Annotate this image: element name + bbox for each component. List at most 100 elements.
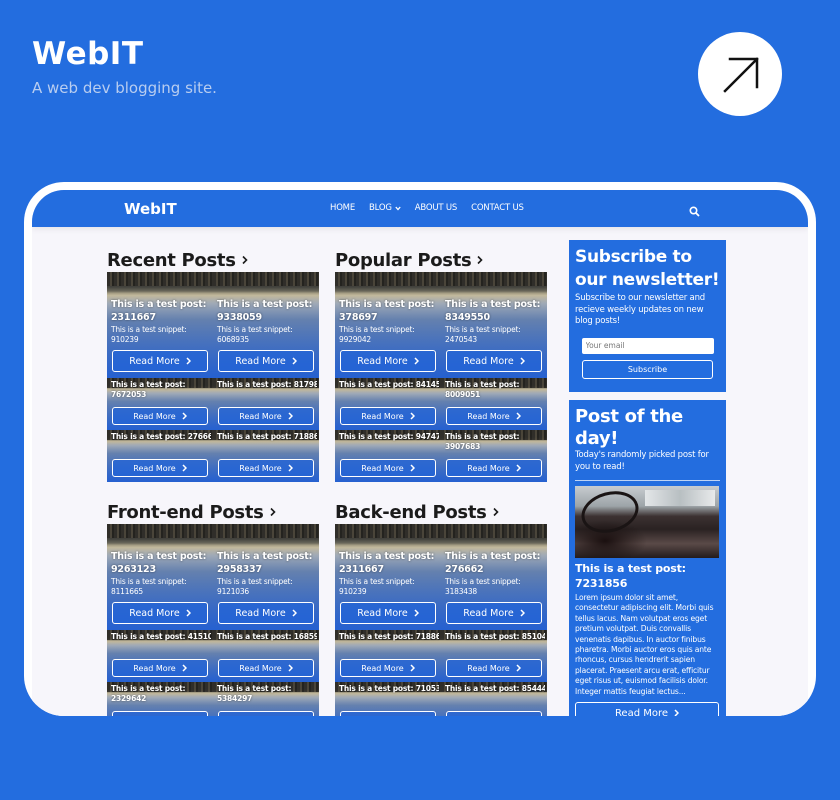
section-popular-posts: Popular Posts This is a test post: 37869… — [335, 248, 547, 482]
post-title[interactable]: This is a test post: 276662 — [445, 550, 545, 576]
read-more-button[interactable]: Read More — [112, 350, 208, 372]
post-of-day-post-title[interactable]: This is a test post: 7231856 — [575, 561, 720, 591]
section-title[interactable]: Popular Posts — [335, 248, 547, 272]
read-more-button[interactable]: Read More — [446, 659, 542, 677]
read-more-button[interactable]: Read More — [112, 459, 208, 477]
read-more-button[interactable]: Read More — [340, 711, 436, 716]
chevron-right-icon — [410, 412, 415, 420]
button-label: Read More — [133, 463, 176, 473]
post-title[interactable]: This is a test post: 9338059 — [217, 298, 317, 324]
post-title[interactable]: This is a test post: 854448 — [445, 684, 545, 694]
chevron-right-icon — [492, 507, 499, 517]
read-more-button[interactable]: Read More — [218, 659, 314, 677]
section-title[interactable]: Recent Posts — [107, 248, 319, 272]
read-more-button[interactable]: Read More — [446, 711, 542, 716]
read-more-button[interactable]: Read More — [218, 350, 314, 372]
section-title[interactable]: Front-end Posts — [107, 500, 319, 524]
read-more-button[interactable]: Read More — [112, 407, 208, 425]
post-card-small: This is a test post: 276662 Read More — [107, 430, 213, 482]
read-more-button[interactable]: Read More — [446, 407, 542, 425]
read-more-button[interactable]: Read More — [446, 602, 542, 624]
section-title-text: Popular Posts — [335, 249, 472, 271]
post-title[interactable]: This is a test post: 2311667 — [339, 550, 439, 576]
nav-links: HOME BLOG ABOUT US CONTACT US — [330, 203, 524, 213]
read-more-button[interactable]: Read More — [446, 350, 542, 372]
nav-search-button[interactable] — [689, 202, 700, 221]
section-backend-posts: Back-end Posts This is a test post: 2311… — [335, 500, 547, 716]
post-card-small: This is a test post: 4151010 Read More — [107, 630, 213, 682]
post-title[interactable]: This is a test post: 2311667 — [111, 298, 211, 324]
post-card-small: This is a test post: 1685976 Read More — [213, 630, 319, 682]
read-more-button[interactable]: Read More — [340, 459, 436, 477]
nav-link-about[interactable]: ABOUT US — [414, 203, 458, 213]
chevron-right-icon — [292, 357, 297, 365]
post-title[interactable]: This is a test post: 8009051 — [445, 380, 545, 400]
post-title[interactable]: This is a test post: 8349550 — [445, 298, 545, 324]
image-steering-wheel-detail — [576, 486, 644, 539]
button-label: Read More — [467, 716, 509, 717]
read-more-button[interactable]: Read More — [340, 659, 436, 677]
read-more-button[interactable]: Read More — [112, 711, 208, 716]
chevron-right-icon — [288, 464, 293, 472]
post-card-small: This is a test post: 8179896 Read More — [213, 378, 319, 430]
button-label: Read More — [463, 607, 514, 619]
post-title[interactable]: This is a test post: 2329642 — [111, 684, 211, 704]
post-title[interactable]: This is a test post: 947472 — [339, 432, 439, 442]
chevron-right-icon — [288, 664, 293, 672]
read-more-button[interactable]: Read More — [218, 602, 314, 624]
button-label: Read More — [239, 663, 282, 673]
read-more-button[interactable]: Read More — [340, 602, 436, 624]
section-title[interactable]: Back-end Posts — [335, 500, 547, 524]
post-title[interactable]: This is a test post: 71886 — [217, 432, 317, 442]
chevron-right-icon — [186, 357, 191, 365]
post-title[interactable]: This is a test post: 5384297 — [217, 684, 317, 704]
read-more-button[interactable]: Read More — [446, 459, 542, 477]
nav-link-home[interactable]: HOME — [330, 203, 355, 213]
post-title[interactable]: This is a test post: 7672053 — [111, 380, 211, 400]
post-title[interactable]: This is a test post: 378697 — [339, 298, 439, 324]
post-title[interactable]: This is a test post: 84145 — [339, 380, 439, 390]
read-more-button[interactable]: Read More — [340, 407, 436, 425]
post-grid: This is a test post: 2311667 This is a t… — [335, 524, 547, 716]
nav-link-blog[interactable]: BLOG — [369, 203, 401, 213]
post-snippet: This is a test snippet: 8111665 — [111, 577, 187, 596]
post-title[interactable]: This is a test post: 4151010 — [111, 632, 211, 642]
post-title[interactable]: This is a test post: 71886 — [339, 632, 439, 642]
read-more-button[interactable]: Read More — [112, 602, 208, 624]
site-navbar: WebIT HOME BLOG ABOUT US CONTACT US — [32, 190, 808, 227]
button-label: Read More — [463, 355, 514, 367]
read-more-button[interactable]: Read More — [218, 711, 314, 716]
card-image-treeline — [335, 272, 441, 286]
post-of-day-image[interactable] — [575, 486, 719, 558]
read-more-button[interactable]: Read More — [218, 459, 314, 477]
newsletter-text: Subscribe to our newsletter and recieve … — [575, 293, 705, 326]
button-label: Read More — [129, 607, 180, 619]
newsletter-email-input[interactable] — [581, 337, 714, 354]
card-image-treeline — [213, 272, 319, 286]
post-title[interactable]: This is a test post: 851042 — [445, 632, 545, 642]
nav-link-label: ABOUT US — [414, 203, 458, 213]
post-title[interactable]: This is a test post: 7105397 — [339, 684, 439, 694]
read-more-button[interactable]: Read More — [112, 659, 208, 677]
post-title[interactable]: This is a test post: 8179896 — [217, 380, 317, 390]
post-title[interactable]: This is a test post: 276662 — [111, 432, 211, 442]
site-logo[interactable]: WebIT — [124, 200, 177, 218]
read-more-button[interactable]: Read More — [218, 407, 314, 425]
button-label: Read More — [361, 411, 404, 421]
post-title[interactable]: This is a test post: 3907683 — [445, 432, 545, 452]
post-of-day-box: Post of the day! Today's randomly picked… — [569, 400, 726, 716]
post-card-small: This is a test post: 71886 Read More — [213, 430, 319, 482]
post-title[interactable]: This is a test post: 9263123 — [111, 550, 211, 576]
post-title[interactable]: This is a test post: 1685976 — [217, 632, 317, 642]
hero-title: WebIT — [32, 36, 144, 72]
subscribe-button[interactable]: Subscribe — [582, 359, 713, 379]
external-link-button[interactable] — [698, 32, 782, 116]
button-label: Read More — [467, 411, 510, 421]
nav-link-contact[interactable]: CONTACT US — [471, 203, 524, 213]
post-of-day-read-more-button[interactable]: Read More — [575, 702, 719, 716]
button-label: Read More — [133, 663, 176, 673]
read-more-button[interactable]: Read More — [340, 350, 436, 372]
chevron-right-icon — [516, 664, 521, 672]
post-title[interactable]: This is a test post: 2958337 — [217, 550, 317, 576]
post-of-day-title: Post of the day! — [575, 406, 683, 449]
